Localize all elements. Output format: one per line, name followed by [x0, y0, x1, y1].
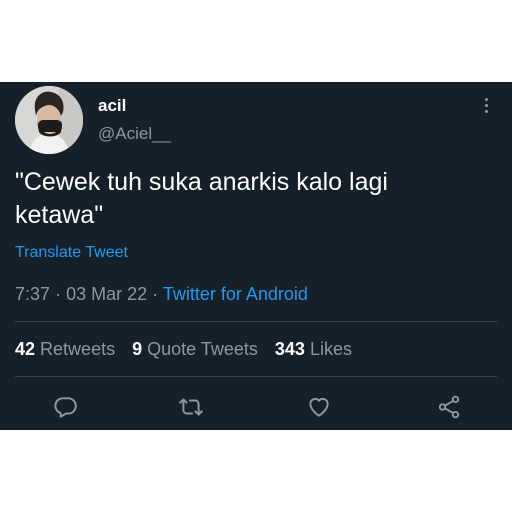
quote-tweets-stat[interactable]: 9 Quote Tweets — [132, 339, 258, 359]
avatar[interactable] — [15, 86, 83, 154]
meta-separator: · — [55, 284, 62, 304]
likes-stat[interactable]: 343 Likes — [275, 339, 352, 359]
retweets-stat[interactable]: 42 Retweets — [15, 339, 115, 359]
likes-count: 343 — [274, 339, 305, 359]
retweets-label: Retweets — [40, 339, 116, 359]
user-name[interactable]: acil — [98, 96, 126, 116]
tweet-source-link[interactable]: Twitter for Android — [163, 284, 308, 304]
like-icon[interactable] — [306, 394, 332, 420]
share-icon[interactable] — [436, 394, 462, 420]
quote-tweets-label: Quote Tweets — [147, 339, 258, 359]
tweet-stats: 42 Retweets 9 Quote Tweets 343 Likes — [15, 339, 364, 360]
tweet-metadata: 7:37 · 03 Mar 22 · Twitter for Android — [15, 284, 308, 305]
quote-tweets-count: 9 — [132, 339, 143, 359]
more-options-icon[interactable] — [478, 96, 494, 118]
tweet-text-line-2: ketawa" — [15, 201, 104, 229]
divider — [15, 376, 497, 377]
translate-tweet-link[interactable]: Translate Tweet — [15, 244, 128, 262]
user-handle[interactable]: @Aciel__ — [98, 124, 171, 144]
tweet-date[interactable]: 03 Mar 22 — [66, 284, 147, 304]
retweet-icon[interactable] — [178, 394, 204, 420]
likes-label: Likes — [309, 339, 352, 359]
tweet-text: "Cewek tuh suka anarkis kalo lagi ketawa… — [15, 166, 485, 232]
avatar-photo — [15, 86, 83, 154]
retweets-count: 42 — [15, 339, 36, 359]
divider — [15, 321, 497, 322]
reply-icon[interactable] — [52, 394, 78, 420]
meta-separator: · — [152, 284, 159, 304]
tweet-text-line-1: "Cewek tuh suka anarkis kalo lagi — [15, 168, 388, 196]
tweet-time[interactable]: 7:37 — [15, 284, 50, 304]
